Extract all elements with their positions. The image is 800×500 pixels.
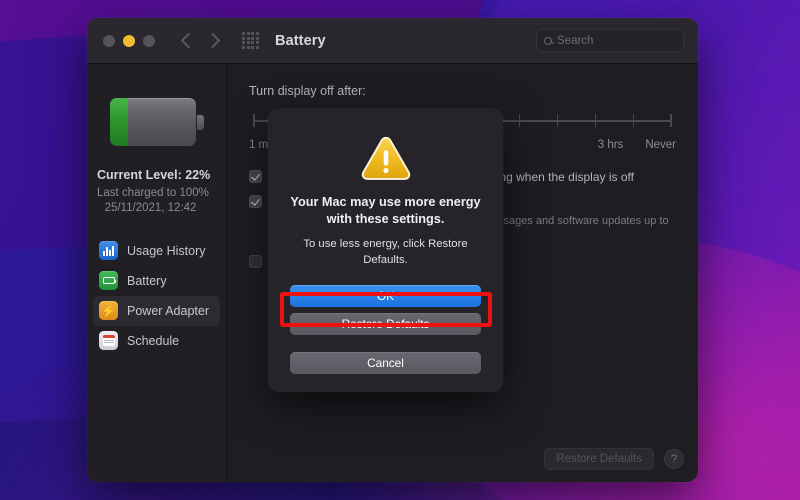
sidebar-item-label: Battery [127,273,167,288]
dialog-message: To use less energy, click Restore Defaul… [303,238,468,267]
sidebar-item-usage-history[interactable]: Usage History [93,236,220,266]
battery-status-block: Current Level: 22% Last charged to 100% … [87,168,226,214]
sidebar-item-label: Usage History [127,243,206,258]
battery-fill [109,98,129,146]
dialog-title: Your Mac may use more energy with these … [290,195,481,227]
slider-max-label: Never [645,139,676,151]
sidebar-item-label: Schedule [127,333,180,348]
checkbox-wake-for-network[interactable] [249,194,262,208]
sidebar-list: Usage History Battery ⚡ Power Adapter Sc… [87,236,226,356]
power-bolt-icon: ⚡ [99,301,118,321]
sidebar-item-label: Power Adapter [127,303,209,318]
maximize-window-button[interactable] [143,34,155,47]
ok-button[interactable]: OK [290,285,481,307]
sidebar-item-schedule[interactable]: Schedule [93,326,220,356]
search-icon [544,36,552,45]
charge-timestamp: 25/11/2021, 12:42 [104,201,197,214]
calendar-icon [99,331,118,351]
navigation-buttons [180,32,221,49]
checkbox-low-power-mode[interactable] [249,254,262,268]
cancel-button[interactable]: Cancel [290,352,481,374]
chevron-left-icon[interactable] [180,32,197,49]
restore-defaults-dialog-button[interactable]: Restore Defaults [290,313,481,335]
restore-defaults-button[interactable]: Restore Defaults [544,448,654,470]
checkbox-prevent-sleep[interactable] [249,170,262,183]
battery-terminal [196,115,204,130]
battery-icon [99,271,118,291]
current-level-text: Current Level: 22% [97,168,211,182]
minimize-window-button[interactable] [123,34,135,47]
desktop-wallpaper: Battery Search Current Level: 22% Last c… [0,0,800,500]
traffic-lights [103,34,155,47]
search-placeholder: Search [557,34,594,47]
battery-graphic [109,98,204,146]
warning-triangle-icon [361,136,410,180]
page-title: Battery [275,32,326,49]
chevron-right-icon[interactable] [204,32,221,49]
battery-shell [109,98,196,146]
slider-mid-label: 3 hrs [597,139,624,151]
energy-warning-dialog: Your Mac may use more energy with these … [268,109,503,392]
sidebar: Current Level: 22% Last charged to 100% … [87,64,227,482]
bottom-bar: Restore Defaults ? [544,448,684,470]
sidebar-item-power-adapter[interactable]: ⚡ Power Adapter [93,295,220,326]
bar-chart-icon [99,241,118,261]
battery-preferences-window: Battery Search Current Level: 22% Last c… [87,18,698,482]
window-titlebar: Battery Search [87,18,698,64]
close-window-button[interactable] [103,34,115,47]
grid-icon[interactable] [242,32,259,49]
search-input[interactable]: Search [536,29,684,52]
slider-label: Turn display off after: [249,84,366,98]
dialog-buttons: OK Restore Defaults Cancel [290,285,481,374]
last-charged-text: Last charged to 100% [97,187,209,199]
sidebar-item-battery[interactable]: Battery [93,266,220,296]
help-button[interactable]: ? [664,449,684,469]
